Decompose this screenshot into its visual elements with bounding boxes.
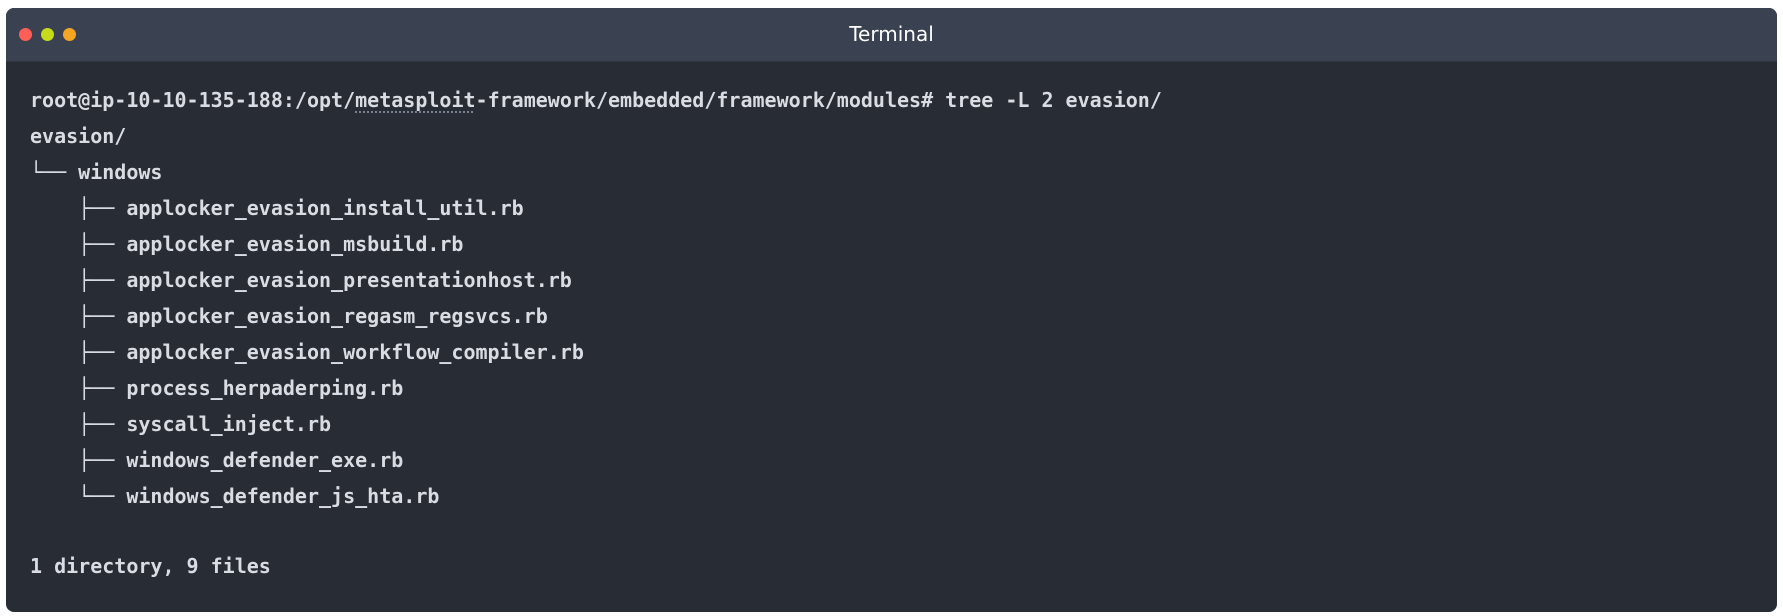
window-title: Terminal xyxy=(849,22,934,46)
tree-file: ├── windows_defender_exe.rb xyxy=(30,448,404,472)
tree-summary: 1 directory, 9 files xyxy=(30,554,271,578)
tree-file: └── windows_defender_js_hta.rb xyxy=(30,484,440,508)
tree-file: ├── applocker_evasion_msbuild.rb xyxy=(30,232,464,256)
tree-file: ├── applocker_evasion_regasm_regsvcs.rb xyxy=(30,304,548,328)
tree-root: evasion/ xyxy=(30,124,127,148)
tree-directory: └── windows xyxy=(30,160,163,184)
prompt-path-pre: :/opt/ xyxy=(282,88,356,112)
prompt-user-host: root@ip-10-10-135-188 xyxy=(30,88,283,112)
tree-file: ├── applocker_evasion_install_util.rb xyxy=(30,196,524,220)
tree-file: ├── syscall_inject.rb xyxy=(30,412,332,436)
tree-file: ├── process_herpaderping.rb xyxy=(30,376,404,400)
tree-file: ├── applocker_evasion_presentationhost.r… xyxy=(30,268,572,292)
terminal-window: Terminal root@ip-10-10-135-188:/opt/meta… xyxy=(6,8,1777,612)
prompt-path-post: -framework/embedded/framework/modules# xyxy=(475,88,934,112)
command-text: tree -L 2 evasion/ xyxy=(933,88,1162,112)
prompt-path-underlined: metasploit xyxy=(355,88,476,112)
title-bar: Terminal xyxy=(6,8,1777,62)
tree-file: ├── applocker_evasion_workflow_compiler.… xyxy=(30,340,584,364)
command-line: root@ip-10-10-135-188:/opt/metasploit-fr… xyxy=(30,82,1777,118)
terminal-output[interactable]: root@ip-10-10-135-188:/opt/metasploit-fr… xyxy=(6,62,1777,584)
